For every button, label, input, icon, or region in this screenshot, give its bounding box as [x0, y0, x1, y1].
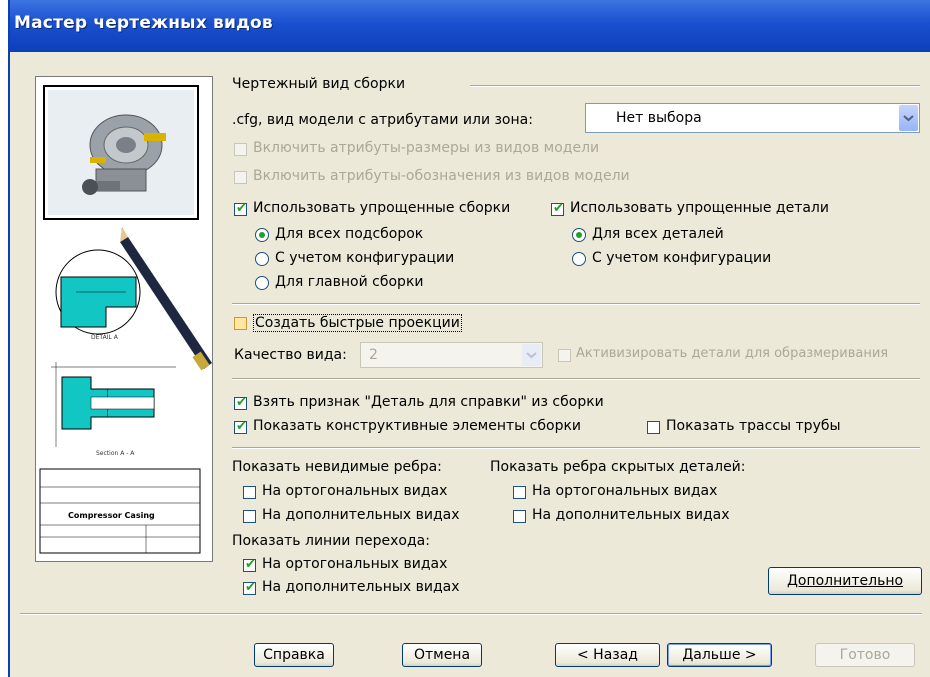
create-quick-views-label: Создать быстрые проекции: [253, 314, 462, 332]
attr-zone-dropdown[interactable]: Нет выбора: [585, 103, 920, 133]
next-button[interactable]: Дальше >: [667, 643, 772, 667]
asm-radio-config-label: С учетом конфигурации: [275, 250, 455, 266]
include-dim-attr-label: Включить атрибуты-размеры из видов модел…: [253, 140, 600, 156]
take-ref-attr-checkbox[interactable]: ✔: [234, 395, 247, 410]
finish-button[interactable]: Готово: [815, 643, 915, 667]
title-bar[interactable]: Мастер чертежных видов: [10, 0, 930, 52]
part-radio-all[interactable]: [572, 228, 586, 242]
use-simplified-assemblies-checkbox[interactable]: ✔: [234, 201, 247, 216]
activate-parts-label: Активизировать детали для образмеривания: [576, 346, 889, 361]
attr-zone-label: .cfg, вид модели с атрибутами или зона:: [232, 112, 533, 128]
part-radio-all-label: Для всех деталей: [592, 226, 724, 242]
window-title: Мастер чертежных видов: [14, 13, 273, 33]
hidden-parts-ortho-label: На ортогональных видах: [532, 483, 718, 499]
hidden-edges-aux-checkbox[interactable]: [243, 510, 256, 523]
use-simplified-assemblies-label: Использовать упрощенные сборки: [253, 200, 511, 216]
back-button-label: < Назад: [577, 647, 638, 663]
hidden-parts-ortho-checkbox[interactable]: [513, 486, 526, 499]
checkmark-icon: ✔: [236, 419, 247, 434]
show-pipes-label: Показать трассы трубы: [666, 418, 841, 434]
part-radio-config-label: С учетом конфигурации: [592, 250, 772, 266]
hidden-edges-title: Показать невидимые ребра:: [232, 459, 442, 475]
attr-zone-value: Нет выбора: [616, 110, 702, 126]
footer-divider: [20, 613, 922, 615]
checkmark-icon: ✔: [553, 201, 564, 216]
show-pipes-checkbox[interactable]: [647, 421, 660, 434]
asm-radio-all-label: Для всех подсборок: [275, 226, 424, 242]
help-button[interactable]: Справка: [254, 643, 334, 667]
hidden-parts-aux-checkbox[interactable]: [513, 510, 526, 523]
hidden-parts-aux-label: На дополнительных видах: [532, 507, 730, 523]
section-divider: [232, 303, 920, 305]
back-button[interactable]: < Назад: [555, 643, 660, 667]
include-note-attr-checkbox[interactable]: [234, 171, 247, 184]
hidden-edges-ortho-checkbox[interactable]: [243, 486, 256, 499]
transition-lines-title: Показать линии перехода:: [232, 533, 430, 549]
transition-aux-label: На дополнительных видах: [262, 579, 460, 595]
part-radio-config[interactable]: [572, 252, 586, 266]
checkmark-icon: ✔: [236, 395, 247, 410]
assembly-section-header: Чертежный вид сборки: [232, 76, 406, 92]
activate-parts-checkbox[interactable]: [558, 349, 571, 362]
transition-aux-checkbox[interactable]: ✔: [243, 580, 256, 595]
checkmark-icon: ✔: [245, 580, 256, 595]
advanced-button[interactable]: Дополнительно: [768, 567, 922, 595]
view-quality-label: Качество вида:: [234, 347, 347, 363]
hidden-parts-edges-title: Показать ребра скрытых деталей:: [490, 459, 746, 475]
asm-radio-main[interactable]: [255, 276, 269, 290]
use-simplified-parts-checkbox[interactable]: ✔: [551, 201, 564, 216]
cancel-button[interactable]: Отмена: [402, 643, 482, 667]
section-divider: [470, 85, 920, 87]
detail-label-text: DETAIL A: [91, 334, 119, 341]
section-label-text: Section A - A: [96, 450, 135, 457]
drawing-preview-graphic: DETAIL A Section A - A Compressor Casing: [39, 85, 212, 554]
checkmark-icon: ✔: [245, 557, 256, 572]
title-block-text: Compressor Casing: [68, 511, 155, 520]
finish-button-label: Готово: [839, 647, 891, 663]
advanced-button-label: Дополнительно: [786, 573, 904, 589]
chevron-down-icon[interactable]: [522, 344, 541, 366]
preview-image: DETAIL A Section A - A Compressor Casing: [35, 76, 213, 562]
hidden-edges-aux-label: На дополнительных видах: [262, 507, 460, 523]
show-features-label: Показать конструктивные элементы сборки: [253, 418, 582, 434]
help-button-label: Справка: [263, 647, 325, 663]
take-ref-attr-label: Взять признак "Деталь для справки" из сб…: [253, 394, 604, 410]
view-quality-value: 2: [369, 347, 378, 363]
chevron-down-icon[interactable]: [899, 105, 918, 131]
checkmark-icon: ✔: [236, 201, 247, 216]
section-divider: [232, 378, 920, 380]
transition-ortho-checkbox[interactable]: ✔: [243, 557, 256, 572]
asm-radio-main-label: Для главной сборки: [275, 274, 424, 290]
next-button-label: Дальше >: [682, 647, 757, 663]
view-quality-dropdown[interactable]: 2: [360, 342, 543, 368]
transition-ortho-label: На ортогональных видах: [262, 556, 448, 572]
use-simplified-parts-label: Использовать упрощенные детали: [570, 200, 829, 216]
hidden-edges-ortho-label: На ортогональных видах: [262, 483, 448, 499]
cancel-button-label: Отмена: [413, 647, 471, 663]
include-dim-attr-checkbox[interactable]: [234, 143, 247, 156]
section-divider: [232, 447, 920, 449]
show-features-checkbox[interactable]: ✔: [234, 419, 247, 434]
asm-radio-config[interactable]: [255, 252, 269, 266]
create-quick-views-checkbox[interactable]: [234, 317, 247, 330]
include-note-attr-label: Включить атрибуты-обозначения из видов м…: [253, 168, 630, 184]
wizard-window: Мастер чертежных видов DETAIL A Section …: [8, 0, 930, 677]
asm-radio-all[interactable]: [255, 228, 269, 242]
